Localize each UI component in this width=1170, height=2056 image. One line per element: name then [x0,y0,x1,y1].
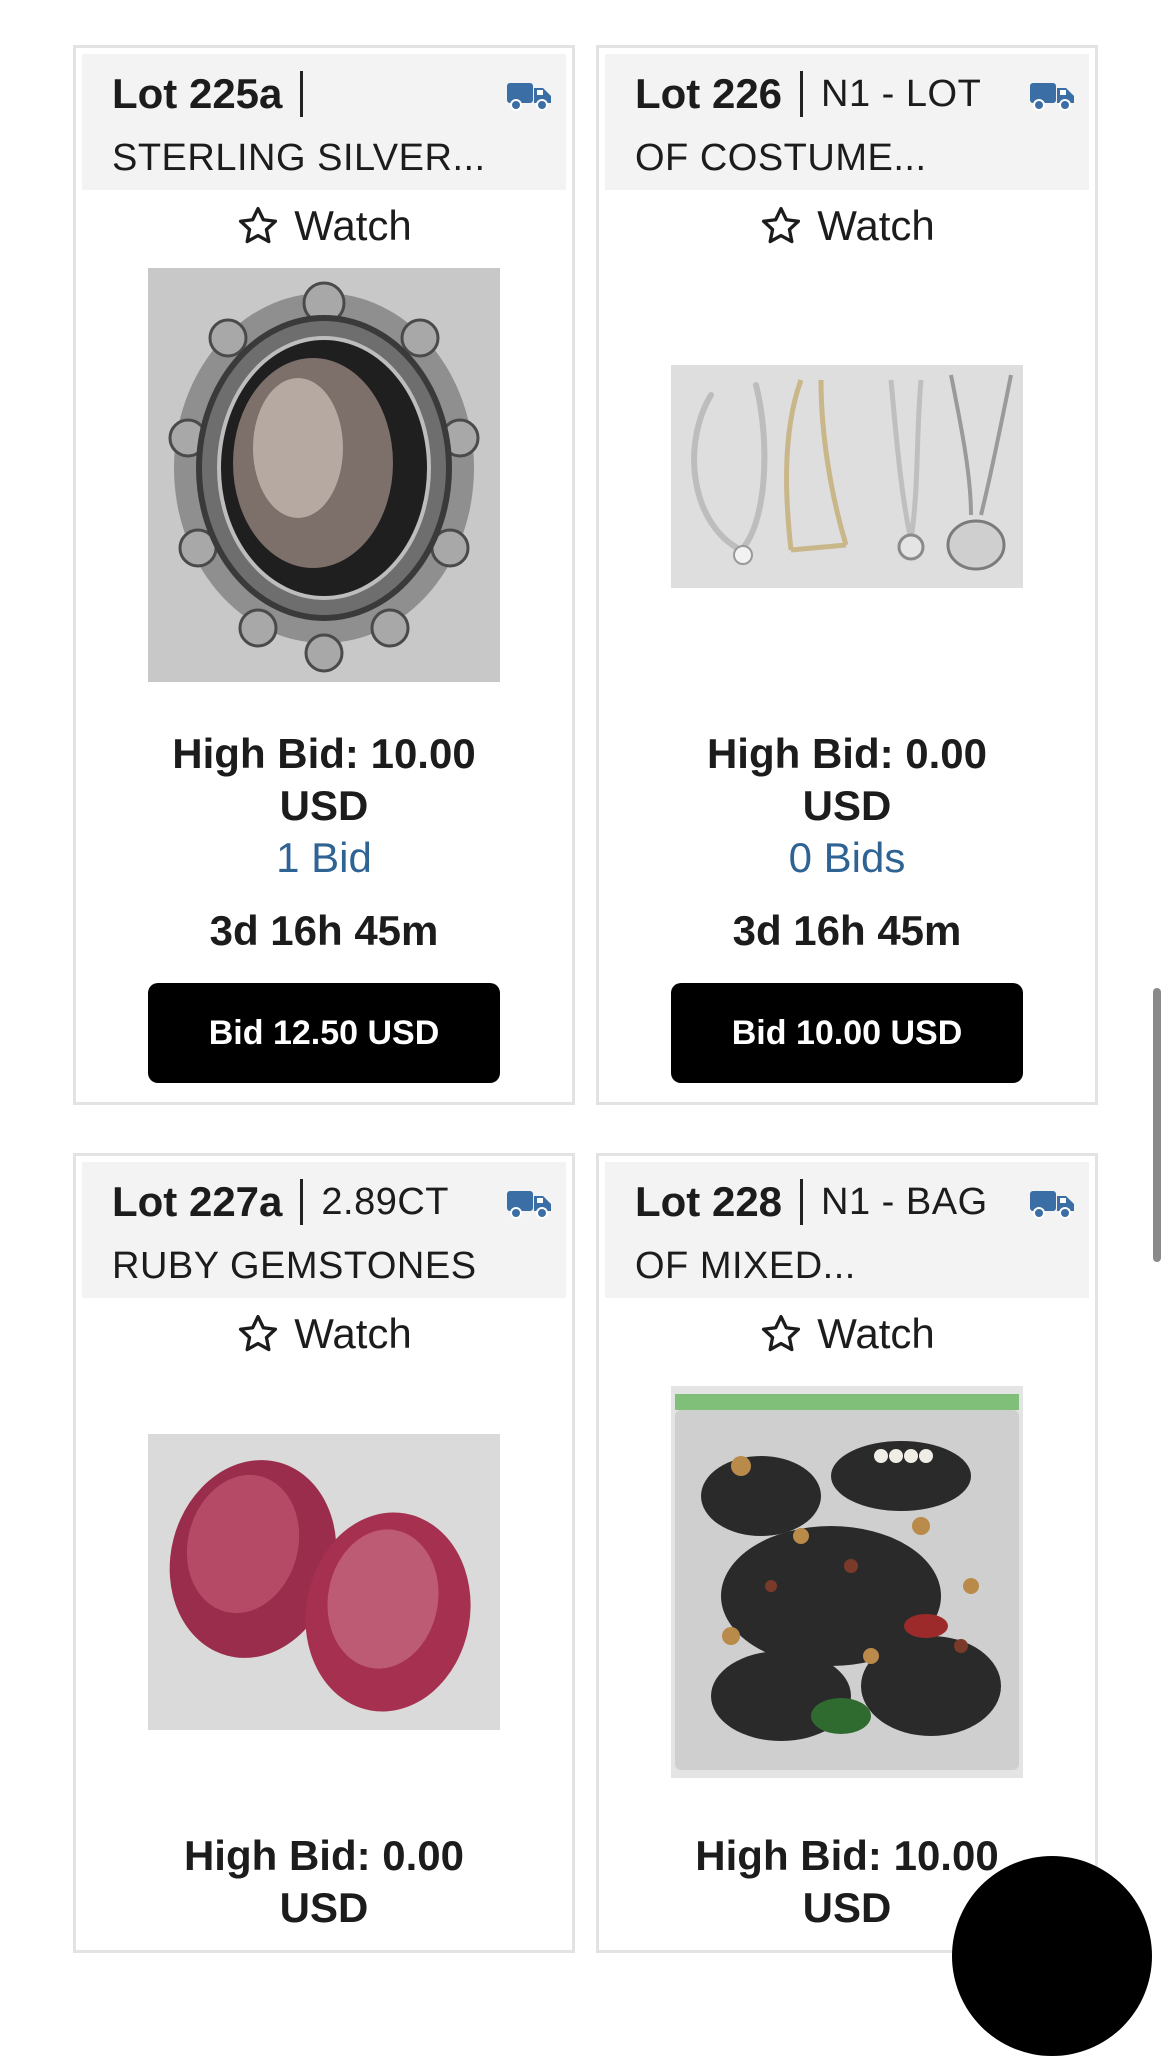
high-bid-amount: High Bid: 0.00 [183,1832,465,1879]
lot-number[interactable]: Lot 228 [635,1178,782,1226]
title-separator [800,1179,804,1225]
lot-card[interactable]: Lot 228 N1 - BAG OF MIXED... Watch High … [596,1153,1098,1953]
lot-number[interactable]: Lot 226 [635,70,782,118]
lot-card-header: Lot 228 N1 - BAG OF MIXED... [605,1162,1089,1298]
lot-title-line: Lot 227a 2.89CT [112,1174,476,1230]
watch-button[interactable]: Watch [599,1306,1095,1362]
lot-title-part1[interactable]: N1 - LOT [821,73,981,116]
lot-card[interactable]: Lot 225a STERLING SILVER... Watch High B… [73,45,575,1105]
place-bid-button[interactable]: Bid 12.50 USD [148,983,500,1083]
lot-title-part2[interactable]: STERLING SILVER... [112,132,486,184]
lot-card-header: Lot 226 N1 - LOT OF COSTUME... [605,54,1089,190]
shipping-truck-icon [507,83,551,111]
lot-card-header: Lot 225a STERLING SILVER... [82,54,566,190]
high-bid-currency: USD [279,782,369,829]
lot-card[interactable]: Lot 226 N1 - LOT OF COSTUME... Watch Hig… [596,45,1098,1105]
star-outline-icon [239,1314,278,1352]
jewelry-bag-photo[interactable] [671,1386,1023,1778]
watch-button[interactable]: Watch [76,198,572,254]
watch-label: Watch [817,202,935,249]
star-outline-icon [239,206,278,244]
watch-button[interactable]: Watch [76,1306,572,1362]
place-bid-button[interactable]: Bid 10.00 USD [671,983,1023,1083]
watch-label: Watch [294,1310,412,1357]
watch-label: Watch [817,1310,935,1357]
lot-title-line: Lot 226 N1 - LOT [635,66,999,122]
lot-title-line: Lot 228 N1 - BAG [635,1174,999,1230]
lot-number[interactable]: Lot 225a [112,70,282,118]
high-bid-amount: High Bid: 10.00 [172,730,476,777]
shipping-truck-icon [507,1191,551,1219]
title-separator [300,1179,304,1225]
shipping-truck-icon [1030,1191,1074,1219]
necklaces-photo[interactable] [671,365,1023,588]
floating-action-button[interactable] [952,1856,1152,2056]
lot-title-part2[interactable]: RUBY GEMSTONES [112,1240,477,1292]
lot-title-part2[interactable]: OF COSTUME... [635,132,927,184]
silver-ring-photo[interactable] [148,268,500,682]
bid-count-link[interactable]: 1 Bid [76,832,572,884]
watch-button[interactable]: Watch [599,198,1095,254]
lot-card-header: Lot 227a 2.89CT RUBY GEMSTONES [82,1162,566,1298]
lot-title-part1[interactable]: N1 - BAG [821,1181,988,1224]
lot-title-line: Lot 225a [112,66,476,122]
title-separator [300,71,304,117]
lot-grid: Lot 225a STERLING SILVER... Watch High B… [0,0,1170,1953]
high-bid-amount: High Bid: 0.00 [706,730,988,777]
lot-title-part1[interactable]: 2.89CT [321,1181,449,1224]
star-outline-icon [762,206,801,244]
watch-label: Watch [294,202,412,249]
title-separator [800,71,804,117]
time-remaining: 3d 16h 45m [732,907,962,954]
high-bid-currency: USD [279,1884,369,1931]
lot-title-part2[interactable]: OF MIXED... [635,1240,856,1292]
ruby-gemstones-photo[interactable] [148,1434,500,1730]
lot-number[interactable]: Lot 227a [112,1178,282,1226]
bid-count-link[interactable]: 0 Bids [599,832,1095,884]
shipping-truck-icon [1030,83,1074,111]
vertical-scrollbar[interactable] [1153,988,1161,1262]
lot-card[interactable]: Lot 227a 2.89CT RUBY GEMSTONES Watch Hig… [73,1153,575,1953]
star-outline-icon [762,1314,801,1352]
time-remaining: 3d 16h 45m [209,907,439,954]
high-bid-currency: USD [802,782,892,829]
